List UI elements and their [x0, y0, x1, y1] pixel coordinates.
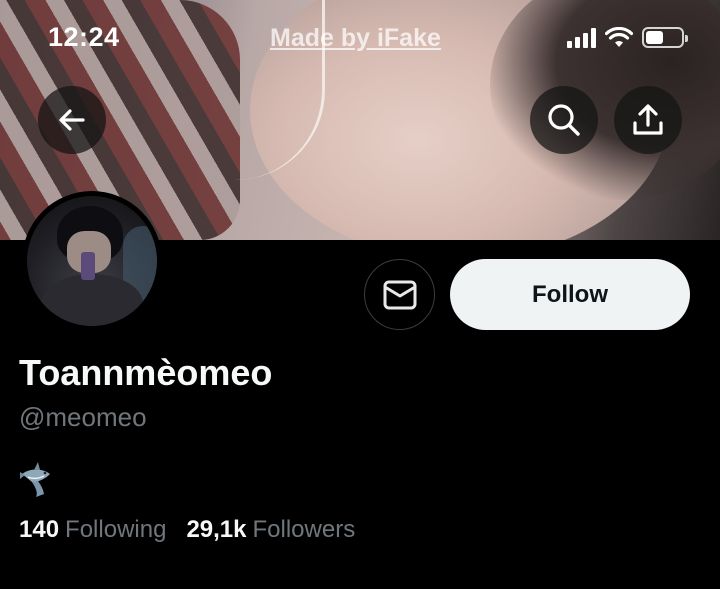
avatar[interactable] [22, 191, 162, 331]
status-time: 12:24 [48, 22, 120, 52]
following-label: Following [65, 516, 167, 543]
followers-label: Followers [252, 516, 356, 543]
profile-stats: 140 Following 29,1k Followers [19, 516, 355, 544]
search-button[interactable] [530, 86, 598, 154]
user-handle: @meomeo [19, 402, 147, 432]
envelope-icon [383, 280, 416, 309]
message-button[interactable] [364, 259, 435, 330]
arrow-left-icon [59, 109, 85, 131]
followers-stat[interactable]: 29,1k Followers [186, 516, 355, 544]
avatar-image [27, 196, 157, 326]
following-count: 140 [19, 516, 60, 543]
share-upload-icon [633, 104, 663, 135]
watermark: Made by iFake [270, 24, 441, 52]
wifi-icon [605, 27, 633, 47]
back-button[interactable] [38, 86, 106, 154]
shark-icon [20, 462, 50, 497]
following-stat[interactable]: 140 Following [19, 516, 166, 544]
battery-icon [642, 27, 688, 48]
follow-button[interactable]: Follow [450, 259, 690, 330]
followers-count: 29,1k [186, 516, 247, 543]
status-bar: 12:24 Made by iFake [0, 22, 720, 56]
status-icons [567, 27, 688, 48]
share-button[interactable] [614, 86, 682, 154]
display-name: Toannmèomeo [19, 352, 273, 393]
search-icon [548, 104, 580, 136]
cellular-signal-icon [567, 27, 596, 48]
